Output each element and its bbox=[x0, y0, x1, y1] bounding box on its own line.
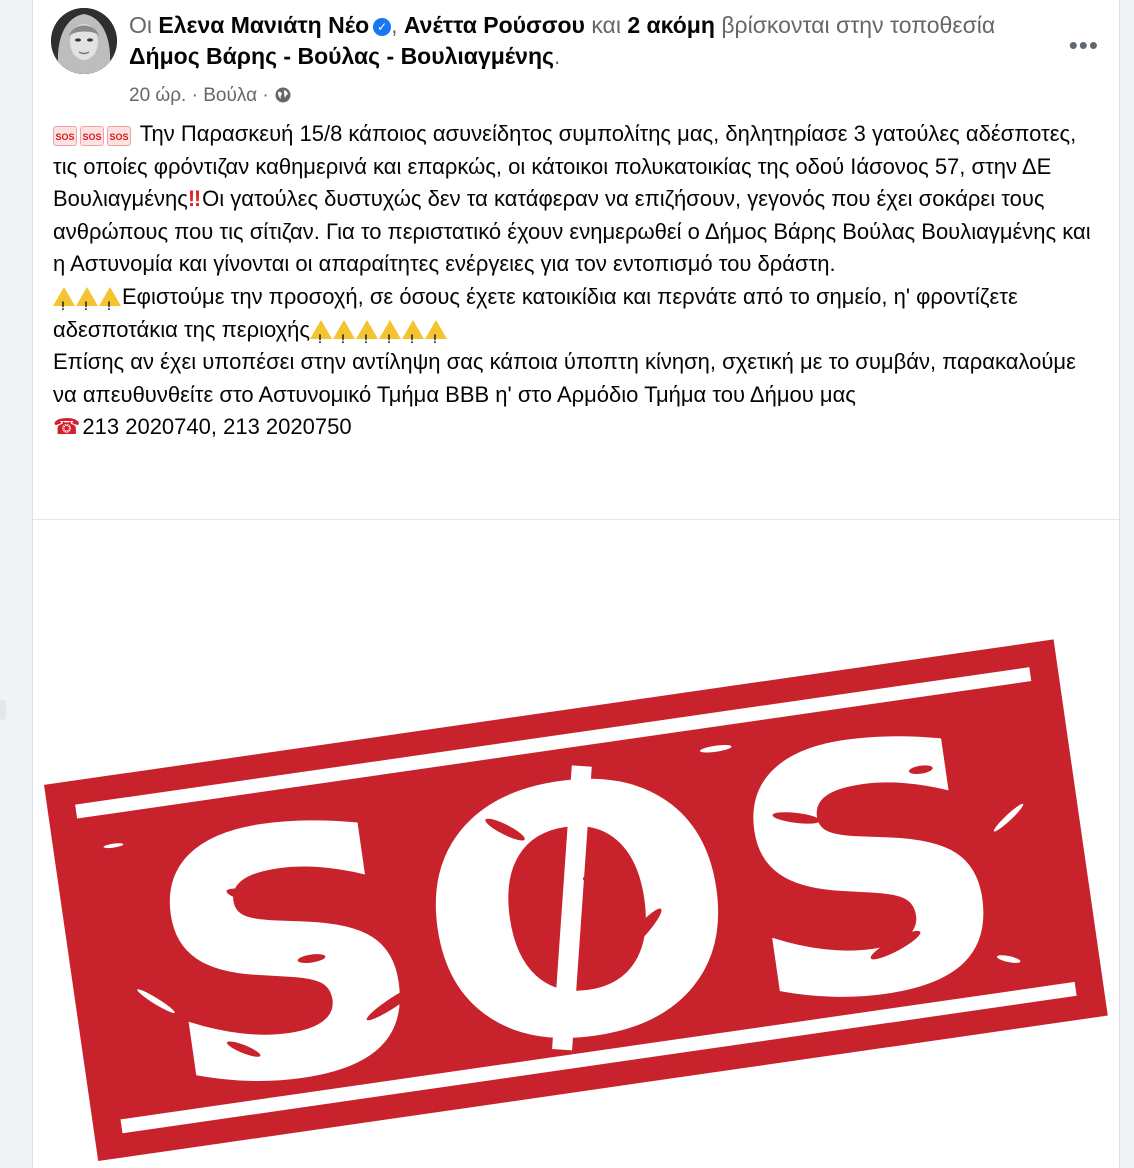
header-prefix: Οι bbox=[129, 12, 152, 38]
warning-icon bbox=[356, 319, 379, 355]
paragraph-1-cont: Οι γατούλες δυστυχώς δεν τα κατάφεραν να… bbox=[53, 186, 1091, 277]
header-period: . bbox=[553, 43, 561, 69]
post-time-link[interactable]: 20 ώρ. bbox=[129, 85, 186, 106]
post-meta: 20 ώρ. · Βούλα · bbox=[129, 84, 292, 111]
post-image[interactable]: SOS bbox=[33, 520, 1119, 1168]
sos-emoji-icon: SOS bbox=[80, 126, 104, 146]
header-and: και bbox=[591, 12, 621, 38]
header-comma: , bbox=[391, 12, 398, 38]
sos-emoji-icon: SOS bbox=[107, 126, 131, 146]
paragraph-2-text: Εφιστούμε την προσοχή, σε όσους έχετε κα… bbox=[53, 283, 1018, 342]
author-primary-link[interactable]: Ελενα Μανιάτη Νέο bbox=[158, 12, 369, 38]
telephone-icon: ☎ bbox=[53, 414, 81, 440]
author-avatar[interactable] bbox=[51, 8, 117, 74]
verified-badge-icon: ✓ bbox=[373, 18, 392, 36]
sidebar-edge bbox=[0, 700, 6, 720]
header-text: Οι Ελενα Μανιάτη Νέο ✓, Ανέττα Ρούσσου κα… bbox=[129, 10, 1029, 72]
globe-icon[interactable] bbox=[274, 86, 292, 111]
others-link[interactable]: 2 ακόμη bbox=[627, 12, 715, 38]
location-link[interactable]: Δήμος Βάρης - Βούλας - Βουλιαγμένης bbox=[129, 43, 554, 69]
post-place-link[interactable]: Βούλα bbox=[203, 85, 257, 106]
warning-icon bbox=[53, 286, 75, 323]
post-header: Οι Ελενα Μανιάτη Νέο ✓, Ανέττα Ρούσσου κα… bbox=[51, 8, 1111, 108]
meta-separator: · bbox=[262, 85, 269, 106]
warning-icon bbox=[76, 286, 98, 323]
author-secondary-link[interactable]: Ανέττα Ρούσσου bbox=[404, 12, 585, 38]
warning-icon bbox=[402, 319, 425, 355]
paragraph-1: SOS SOS SOS Την Παρασκευή 15/8 κάποιος ασυ… bbox=[53, 118, 1103, 281]
double-exclamation-icon: ‼ bbox=[187, 186, 201, 212]
location-text-a: βρίσκονται στην bbox=[721, 12, 884, 38]
more-options-button[interactable]: ••• bbox=[1069, 30, 1099, 61]
sos-stamp-graphic: SOS bbox=[43, 639, 1108, 1168]
meta-separator: · bbox=[191, 85, 198, 106]
phone-line: ☎213 2020740, 213 2020750 bbox=[53, 411, 1103, 444]
left-page-sliver bbox=[0, 0, 10, 1168]
paragraph-2: Εφιστούμε την προσοχή, σε όσους έχετε κα… bbox=[53, 281, 1103, 355]
paragraph-3: Επίσης αν έχει υποπέσει στην αντίληψη σα… bbox=[53, 349, 1076, 407]
location-text-b: τοποθεσία bbox=[889, 12, 996, 38]
sos-emoji-icon: SOS bbox=[53, 126, 77, 146]
warning-icon bbox=[310, 319, 333, 355]
post-body: SOS SOS SOS Την Παρασκευή 15/8 κάποιος ασυ… bbox=[53, 118, 1103, 444]
warning-icon bbox=[333, 319, 356, 355]
avatar-image bbox=[51, 8, 117, 74]
phone-numbers: 213 2020740, 213 2020750 bbox=[82, 414, 352, 440]
post-card: Οι Ελενα Μανιάτη Νέο ✓, Ανέττα Ρούσσου κα… bbox=[32, 0, 1120, 1168]
warning-icon bbox=[379, 319, 402, 355]
warning-icon bbox=[99, 286, 121, 323]
warning-icon bbox=[425, 319, 448, 355]
